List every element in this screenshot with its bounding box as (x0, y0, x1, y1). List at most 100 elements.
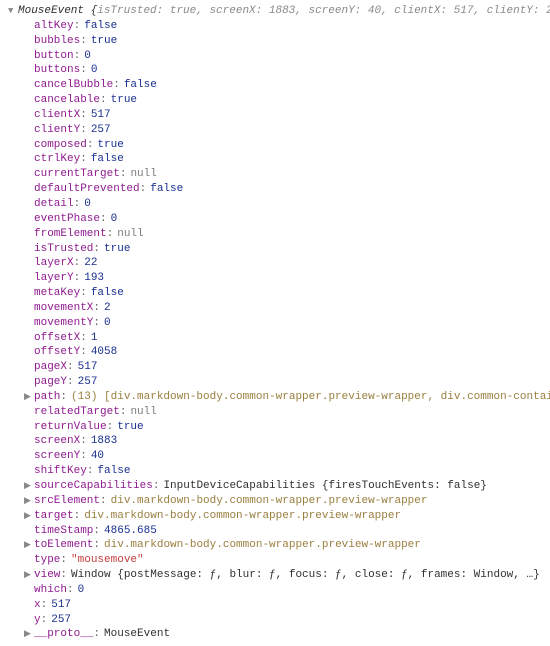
property-key: x (34, 598, 41, 613)
colon: : (80, 152, 87, 167)
property-row: which:0 (8, 583, 542, 598)
property-value: false (150, 182, 183, 197)
property-row[interactable]: path:(13) [div.markdown-body.common-wrap… (8, 390, 542, 405)
property-key: relatedTarget (34, 405, 120, 420)
property-key: returnValue (34, 420, 107, 435)
property-key: button (34, 49, 74, 64)
property-row: fromElement:null (8, 227, 542, 242)
property-value: false (91, 286, 124, 301)
property-row: defaultPrevented:false (8, 182, 542, 197)
property-row: screenY:40 (8, 449, 542, 464)
property-value: 1883 (91, 434, 117, 449)
property-row: returnValue:true (8, 420, 542, 435)
property-row: cancelBubble:false (8, 78, 542, 93)
property-value: 0 (84, 49, 91, 64)
property-row[interactable]: srcElement: div.markdown-body.common-wrap… (8, 494, 542, 509)
property-key: type (34, 553, 60, 568)
colon: : (107, 420, 114, 435)
property-value: 257 (91, 123, 111, 138)
property-row: detail:0 (8, 197, 542, 212)
property-key: pageX (34, 360, 67, 375)
colon: : (93, 538, 100, 553)
property-key: buttons (34, 63, 80, 78)
property-key: shiftKey (34, 464, 87, 479)
colon: : (100, 494, 107, 509)
property-value[interactable]: Window {postMessage: ƒ, blur: ƒ, focus: … (71, 568, 540, 583)
property-row: timeStamp:4865.685 (8, 524, 542, 539)
property-key: eventPhase (34, 212, 100, 227)
property-value[interactable]: (13) [div.markdown-body.common-wrapper.p… (71, 390, 550, 405)
colon: : (87, 464, 94, 479)
property-value[interactable]: div.markdown-body.common-wrapper.preview… (111, 494, 428, 509)
property-row[interactable]: sourceCapabilities:InputDeviceCapabiliti… (8, 479, 542, 494)
colon: : (100, 212, 107, 227)
property-row[interactable]: __proto__:MouseEvent (8, 627, 542, 642)
chevron-down-icon[interactable] (8, 5, 18, 17)
property-key: layerX (34, 256, 74, 271)
property-row: bubbles:true (8, 34, 542, 49)
property-row[interactable]: toElement: div.markdown-body.common-wrapp… (8, 538, 542, 553)
property-row: button:0 (8, 49, 542, 64)
property-row: offsetX:1 (8, 331, 542, 346)
chevron-right-icon[interactable] (24, 539, 34, 551)
property-key: __proto__ (34, 627, 93, 642)
property-value: 4058 (91, 345, 117, 360)
property-value: true (104, 242, 130, 257)
property-key: target (34, 509, 74, 524)
property-row[interactable]: target:div.markdown-body.common-wrapper.… (8, 509, 542, 524)
colon: : (80, 331, 87, 346)
property-row: layerY:193 (8, 271, 542, 286)
property-value: false (124, 78, 157, 93)
property-key: sourceCapabilities (34, 479, 153, 494)
property-row: metaKey:false (8, 286, 542, 301)
property-value: 517 (78, 360, 98, 375)
property-key: toElement (34, 538, 93, 553)
property-value: 1 (91, 331, 98, 346)
property-key: fromElement (34, 227, 107, 242)
property-value[interactable]: InputDeviceCapabilities {firesTouchEvent… (163, 479, 486, 494)
property-key: offsetY (34, 345, 80, 360)
property-value: 193 (84, 271, 104, 286)
property-value[interactable]: MouseEvent (104, 627, 170, 642)
colon: : (107, 227, 114, 242)
chevron-right-icon[interactable] (24, 391, 34, 403)
colon: : (74, 256, 81, 271)
colon: : (93, 301, 100, 316)
colon: : (74, 271, 81, 286)
colon: : (74, 509, 81, 524)
property-value: null (130, 167, 156, 182)
property-value: "mousemove" (71, 553, 144, 568)
colon: : (80, 449, 87, 464)
chevron-right-icon[interactable] (24, 569, 34, 581)
property-value: true (117, 420, 143, 435)
chevron-right-icon[interactable] (24, 628, 34, 640)
chevron-right-icon[interactable] (24, 495, 34, 507)
chevron-right-icon[interactable] (24, 480, 34, 492)
colon: : (67, 360, 74, 375)
property-key: ctrlKey (34, 152, 80, 167)
property-value: false (91, 152, 124, 167)
property-value[interactable]: div.markdown-body.common-wrapper.preview… (84, 509, 401, 524)
colon: : (80, 63, 87, 78)
property-row: pageY:257 (8, 375, 542, 390)
property-key: path (34, 390, 60, 405)
property-value[interactable]: div.markdown-body.common-wrapper.preview… (104, 538, 421, 553)
property-key: srcElement (34, 494, 100, 509)
chevron-right-icon[interactable] (24, 510, 34, 522)
property-value: 4865.685 (104, 524, 157, 539)
property-value: 0 (111, 212, 118, 227)
property-value: false (84, 19, 117, 34)
property-value: 40 (91, 449, 104, 464)
property-value: 257 (78, 375, 98, 390)
property-value: 0 (78, 583, 85, 598)
object-header-row[interactable]: MouseEvent {isTrusted: true, screenX: 18… (8, 4, 542, 19)
property-value: null (117, 227, 143, 242)
property-row: relatedTarget:null (8, 405, 542, 420)
property-value: 517 (91, 108, 111, 123)
header-summary: isTrusted: true, screenX: 1883, screenY:… (97, 5, 550, 17)
property-key: bubbles (34, 34, 80, 49)
property-row[interactable]: view:Window {postMessage: ƒ, blur: ƒ, fo… (8, 568, 542, 583)
colon: : (100, 93, 107, 108)
property-value: 2 (104, 301, 111, 316)
property-row: shiftKey:false (8, 464, 542, 479)
